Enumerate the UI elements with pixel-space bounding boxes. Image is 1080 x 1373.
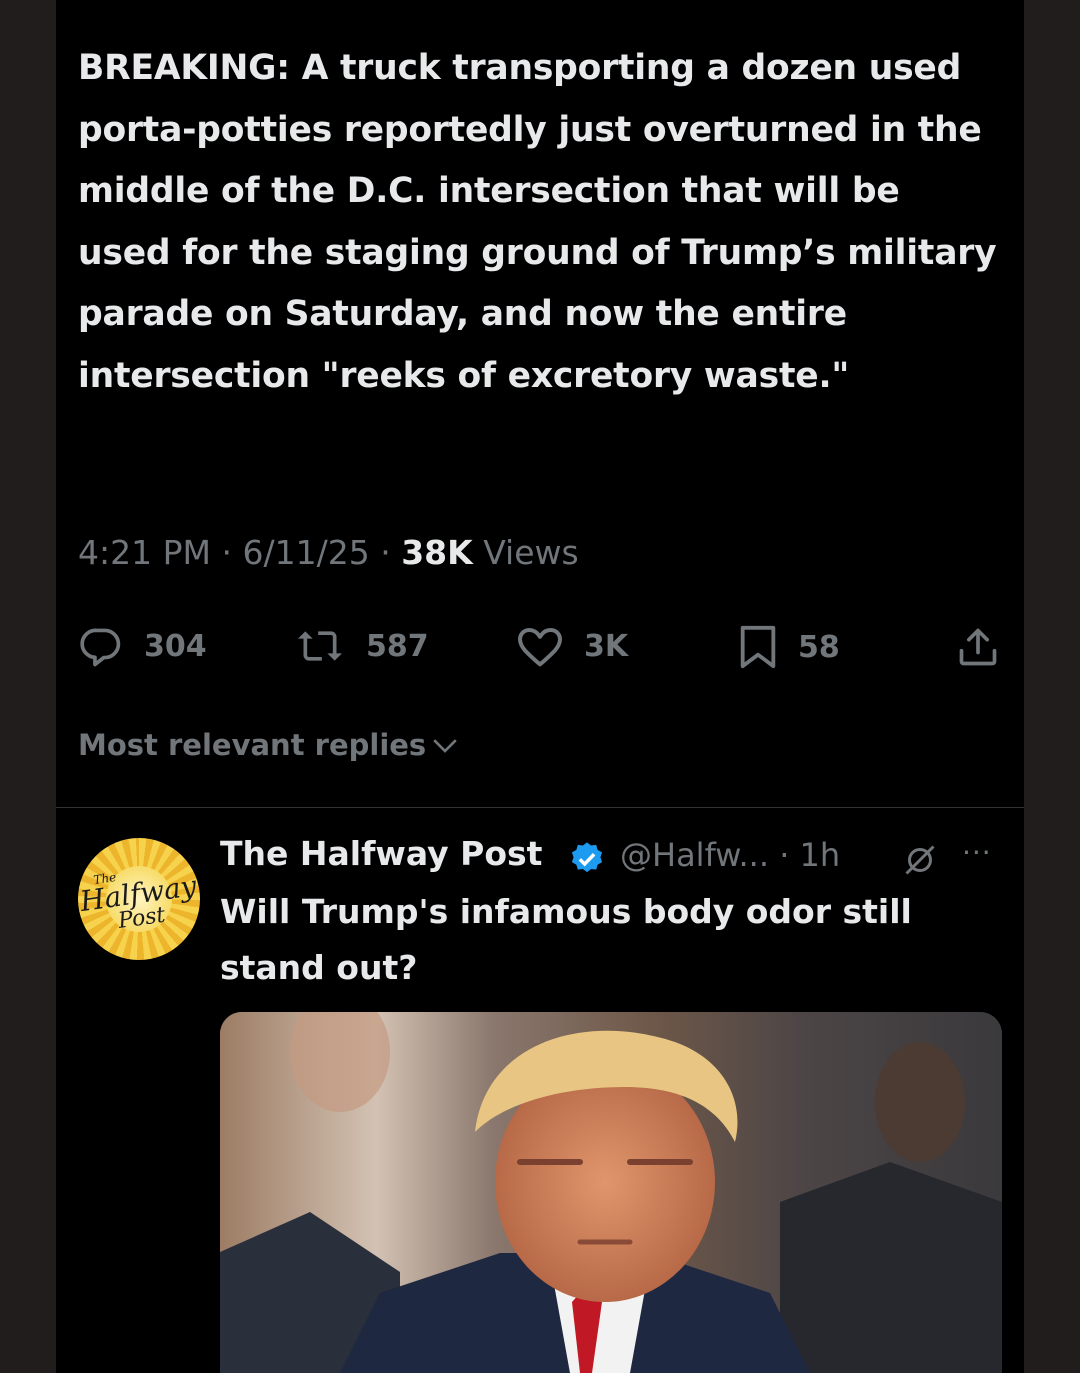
more-icon[interactable]: ···	[962, 836, 992, 869]
like-count: 3K	[584, 628, 629, 664]
meta-separator: ·	[221, 533, 232, 572]
reply-media-photo[interactable]	[220, 1012, 1002, 1373]
divider	[56, 807, 1024, 808]
grok-icon[interactable]	[902, 842, 938, 878]
replies-sort-label: Most relevant replies	[78, 728, 427, 762]
post-detail-view: BREAKING: A truck transporting a dozen u…	[56, 0, 1024, 1373]
share-button[interactable]	[956, 624, 1000, 670]
repost-count: 587	[366, 628, 429, 664]
action-bar: 304 587 3K 58	[56, 618, 1024, 674]
views-label: Views	[483, 533, 579, 572]
bookmark-button[interactable]: 58	[738, 624, 840, 670]
repost-icon	[298, 631, 342, 661]
chevron-down-icon	[433, 739, 457, 753]
tweet-meta: 4:21 PM · 6/11/25 · 38K Views	[78, 533, 579, 572]
repost-button[interactable]: 587	[294, 624, 429, 668]
tweet-date[interactable]: 6/11/25	[242, 533, 369, 572]
like-button[interactable]: 3K	[516, 624, 628, 668]
bookmark-count: 58	[798, 629, 840, 665]
reply-header: The Halfway Post @Halfw... · 1h ···	[220, 834, 1010, 884]
tweet-text: BREAKING: A truck transporting a dozen u…	[78, 48, 997, 396]
reply-author-name[interactable]: The Halfway Post	[220, 834, 542, 873]
reply-count: 304	[144, 628, 207, 664]
share-icon	[959, 628, 997, 666]
reply-age: 1h	[799, 836, 841, 874]
bookmark-icon	[740, 625, 776, 669]
reply-handle: @Halfw... · 1h	[620, 836, 841, 874]
meta-separator: ·	[380, 533, 391, 572]
replies-sort-dropdown[interactable]: Most relevant replies	[78, 728, 460, 762]
verified-icon	[571, 842, 603, 873]
photo-illustration	[220, 1012, 1002, 1373]
reply-icon	[80, 628, 121, 667]
reply-button[interactable]: 304	[78, 624, 207, 668]
avatar-logo: The Halfway Post	[78, 869, 199, 934]
tweet-time[interactable]: 4:21 PM	[78, 533, 211, 572]
avatar[interactable]: The Halfway Post	[78, 838, 200, 960]
views-count: 38K	[401, 533, 473, 572]
like-icon	[518, 627, 562, 667]
reply-text: Will Trump's infamous body odor still st…	[220, 892, 912, 987]
